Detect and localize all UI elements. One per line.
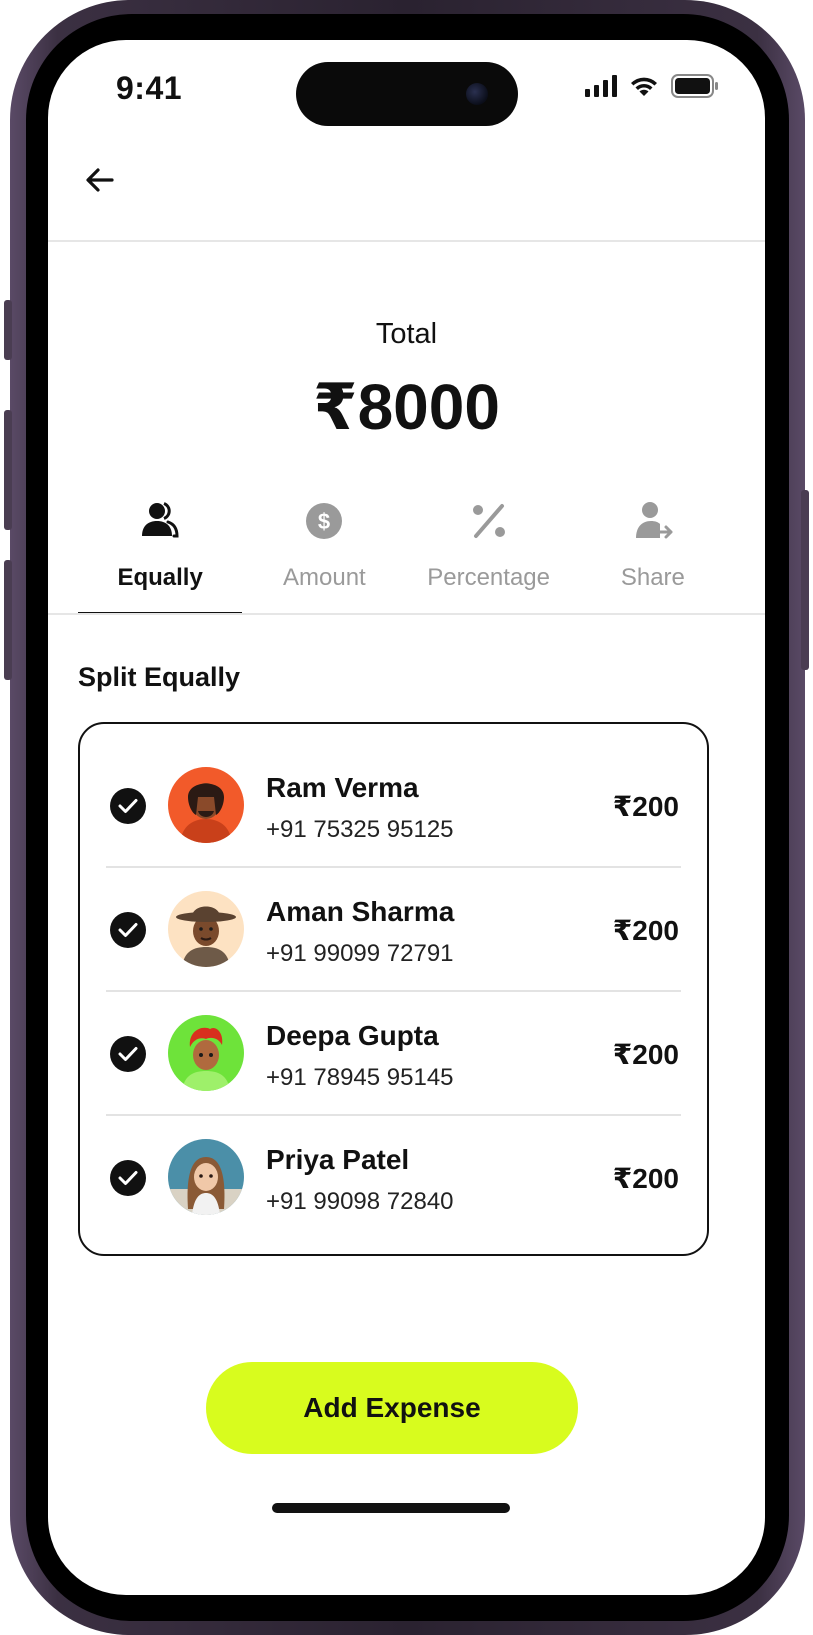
- member-share: ₹200: [612, 791, 679, 822]
- battery-icon: [671, 74, 718, 98]
- member-name: Ram Verma: [266, 772, 419, 803]
- member-phone: +91 75325 95125: [266, 816, 454, 843]
- checkmark-icon: [118, 923, 138, 937]
- member-row[interactable]: Ram Verma +91 75325 95125 ₹200: [80, 744, 707, 868]
- checkmark-icon: [118, 1047, 138, 1061]
- avatar: [168, 1139, 244, 1215]
- back-button[interactable]: [80, 160, 120, 200]
- checkbox-checked[interactable]: [110, 1160, 146, 1196]
- tab-share[interactable]: Share: [571, 492, 735, 614]
- tab-amount[interactable]: $ Amount: [242, 492, 406, 614]
- member-phone: +91 99098 72840: [266, 1188, 454, 1215]
- status-time: 9:41: [116, 70, 183, 106]
- avatar: [168, 891, 244, 967]
- checkbox-checked[interactable]: [110, 1036, 146, 1072]
- checkmark-icon: [118, 799, 138, 813]
- add-expense-button[interactable]: Add Expense: [206, 1362, 578, 1454]
- wifi-icon: [631, 77, 657, 96]
- member-row[interactable]: Priya Patel +91 99098 72840 ₹200: [80, 1116, 707, 1240]
- app-screen: 9:41 Total ₹8000 Equally $ Amount Percen…: [48, 40, 765, 1595]
- home-indicator: [272, 1503, 510, 1513]
- member-share: ₹200: [612, 915, 679, 946]
- checkbox-checked[interactable]: [110, 912, 146, 948]
- user-share-icon: [635, 502, 673, 539]
- volume-down-button: [4, 560, 12, 680]
- tab-label: Equally: [117, 564, 203, 591]
- tab-label: Percentage: [427, 564, 550, 591]
- member-name: Priya Patel: [266, 1144, 410, 1175]
- member-phone: +91 99099 72791: [266, 940, 454, 967]
- users-icon: [142, 502, 179, 538]
- tab-label: Amount: [283, 564, 366, 591]
- member-name: Aman Sharma: [266, 896, 455, 927]
- tab-equally[interactable]: Equally: [78, 492, 243, 614]
- camera-icon: [466, 83, 488, 105]
- checkbox-checked[interactable]: [110, 788, 146, 824]
- cellular-signal-icon: [585, 75, 617, 97]
- arrow-left-icon: [86, 168, 114, 192]
- avatar: [168, 1015, 244, 1091]
- member-row[interactable]: Aman Sharma +91 99099 72791 ₹200: [80, 868, 707, 992]
- checkmark-icon: [118, 1171, 138, 1185]
- percent-icon: [472, 504, 505, 538]
- split-method-tabs: Equally $ Amount Percentage Share: [78, 492, 735, 614]
- section-title: Split Equally: [78, 662, 241, 692]
- tab-label: Share: [620, 564, 685, 591]
- member-share: ₹200: [612, 1039, 679, 1070]
- dollar-circle-icon: $: [306, 503, 343, 539]
- member-share: ₹200: [612, 1163, 679, 1194]
- power-button: [801, 490, 809, 670]
- tab-percentage[interactable]: Percentage: [407, 492, 571, 614]
- volume-up-button: [4, 410, 12, 530]
- total-label: Total: [375, 318, 438, 350]
- member-name: Deepa Gupta: [266, 1020, 439, 1051]
- avatar: [168, 767, 244, 843]
- mute-switch: [4, 300, 12, 360]
- tabs-divider: [48, 613, 765, 615]
- svg-text:$: $: [318, 509, 330, 534]
- dynamic-island: [296, 62, 518, 126]
- member-row[interactable]: Deepa Gupta +91 78945 95145 ₹200: [80, 992, 707, 1116]
- status-icons: [585, 74, 719, 98]
- members-card: Ram Verma +91 75325 95125 ₹200 Aman Shar…: [78, 722, 709, 1256]
- total-amount: ₹8000: [313, 371, 500, 443]
- header-divider: [48, 240, 765, 242]
- member-phone: +91 78945 95145: [266, 1064, 454, 1091]
